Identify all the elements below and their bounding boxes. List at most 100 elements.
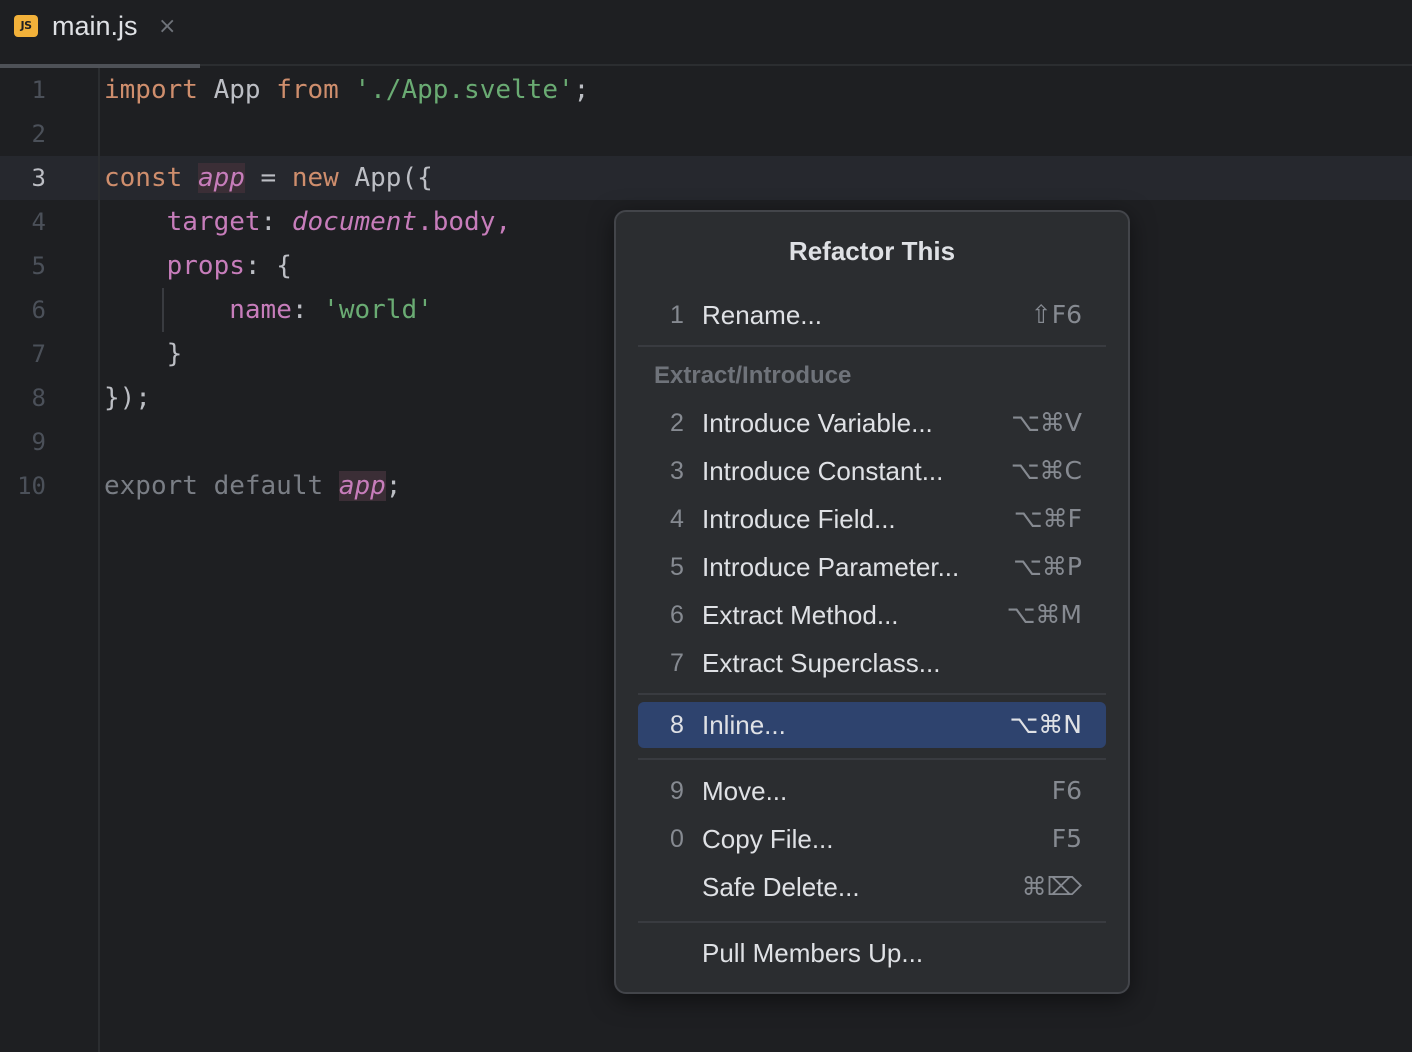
indent	[104, 295, 229, 325]
item-shortcut: ⌥⌘P	[1013, 544, 1082, 590]
item-label: Move...	[702, 768, 787, 814]
item-label: Inline...	[702, 702, 786, 748]
global-identifier: document	[292, 207, 417, 237]
menu-item-rename[interactable]: 1 Rename... ⇧F6	[638, 292, 1106, 338]
keyword: const	[104, 163, 182, 193]
property: name	[229, 295, 292, 325]
code-text: }	[104, 332, 182, 376]
space	[182, 163, 198, 193]
highlighted-identifier: app	[198, 163, 245, 193]
code-text: export default app;	[104, 464, 401, 508]
keyword: from	[276, 75, 339, 105]
identifier: App	[198, 75, 276, 105]
line-number: 4	[0, 200, 46, 244]
line-number: 7	[0, 332, 46, 376]
divider	[638, 345, 1106, 347]
group-label: Extract/Introduce	[654, 362, 851, 390]
item-number: 4	[670, 496, 684, 542]
line-number: 8	[0, 376, 46, 420]
code-text: target: document.body,	[104, 200, 511, 244]
punctuation: :	[292, 295, 323, 325]
item-shortcut: F5	[1052, 816, 1082, 862]
indent	[104, 251, 167, 281]
property: props	[167, 251, 245, 281]
menu-item-introduce-parameter[interactable]: 5 Introduce Parameter... ⌥⌘P	[638, 544, 1106, 590]
item-number: 5	[670, 544, 684, 590]
editor-tab-bar: JS main.js ×	[0, 0, 1412, 66]
item-label: Pull Members Up...	[702, 930, 923, 976]
item-label: Introduce Constant...	[702, 448, 943, 494]
divider	[638, 693, 1106, 695]
space	[339, 75, 355, 105]
item-shortcut: ⌥⌘F	[1014, 496, 1082, 542]
menu-item-introduce-field[interactable]: 4 Introduce Field... ⌥⌘F	[638, 496, 1106, 542]
javascript-file-icon: JS	[14, 15, 38, 37]
item-label: Safe Delete...	[702, 864, 860, 910]
menu-item-introduce-constant[interactable]: 3 Introduce Constant... ⌥⌘C	[638, 448, 1106, 494]
menu-item-inline[interactable]: 8 Inline... ⌥⌘N	[638, 702, 1106, 748]
code-line: 1 import App from './App.svelte';	[0, 68, 1412, 112]
line-number: 5	[0, 244, 46, 288]
code-text: props: {	[104, 244, 292, 288]
item-shortcut: ⇧F6	[1031, 292, 1082, 338]
item-label: Introduce Field...	[702, 496, 896, 542]
divider	[638, 758, 1106, 760]
keyword-dimmed: export default	[104, 471, 339, 501]
line-number: 2	[0, 112, 46, 156]
property: .body,	[417, 207, 511, 237]
punctuation: ;	[386, 471, 402, 501]
tab-main-js[interactable]: JS main.js ×	[0, 0, 200, 66]
operator: =	[245, 163, 292, 193]
item-shortcut: ⌥⌘C	[1011, 448, 1082, 494]
tab-title: main.js	[52, 11, 138, 42]
item-number: 1	[670, 292, 684, 338]
string-literal: './App.svelte'	[354, 75, 573, 105]
item-label: Introduce Variable...	[702, 400, 933, 446]
menu-item-pull-members-up[interactable]: Pull Members Up...	[638, 930, 1106, 976]
highlighted-identifier: app	[339, 471, 386, 501]
item-label: Introduce Parameter...	[702, 544, 959, 590]
code-text: });	[104, 376, 151, 420]
code-text: import App from './App.svelte';	[104, 68, 589, 112]
code-line: 2	[0, 112, 1412, 156]
item-shortcut: ⌥⌘N	[1009, 702, 1082, 748]
item-shortcut: ⌘⌦	[1022, 864, 1082, 910]
code-line-current: 3 const app = new App({	[0, 156, 1412, 200]
punctuation: : {	[245, 251, 292, 281]
line-number: 1	[0, 68, 46, 112]
popup-title: Refactor This	[616, 236, 1128, 267]
item-number: 2	[670, 400, 684, 446]
keyword: new	[292, 163, 339, 193]
divider	[638, 921, 1106, 923]
menu-item-introduce-variable[interactable]: 2 Introduce Variable... ⌥⌘V	[638, 400, 1106, 446]
item-number: 0	[670, 816, 684, 862]
string-literal: 'world'	[323, 295, 433, 325]
close-icon[interactable]: ×	[158, 14, 176, 39]
item-shortcut: ⌥⌘V	[1011, 400, 1082, 446]
line-number: 6	[0, 288, 46, 332]
item-number: 9	[670, 768, 684, 814]
menu-item-extract-method[interactable]: 6 Extract Method... ⌥⌘M	[638, 592, 1106, 638]
item-number: 7	[670, 640, 684, 686]
menu-item-move[interactable]: 9 Move... F6	[638, 768, 1106, 814]
identifier: App({	[339, 163, 433, 193]
menu-item-safe-delete[interactable]: Safe Delete... ⌘⌦	[638, 864, 1106, 910]
item-label: Copy File...	[702, 816, 834, 862]
item-number: 8	[670, 702, 684, 748]
line-number: 3	[0, 156, 46, 200]
line-number: 10	[0, 464, 46, 508]
menu-item-extract-superclass[interactable]: 7 Extract Superclass...	[638, 640, 1106, 686]
item-label: Rename...	[702, 292, 822, 338]
item-label: Extract Method...	[702, 592, 899, 638]
punctuation: ;	[574, 75, 590, 105]
code-text: const app = new App({	[104, 156, 433, 200]
property: target	[167, 207, 261, 237]
item-label: Extract Superclass...	[702, 640, 940, 686]
menu-item-copy-file[interactable]: 0 Copy File... F5	[638, 816, 1106, 862]
keyword: import	[104, 75, 198, 105]
item-shortcut: F6	[1052, 768, 1082, 814]
line-number: 9	[0, 420, 46, 464]
item-number: 3	[670, 448, 684, 494]
item-number: 6	[670, 592, 684, 638]
punctuation: :	[261, 207, 292, 237]
